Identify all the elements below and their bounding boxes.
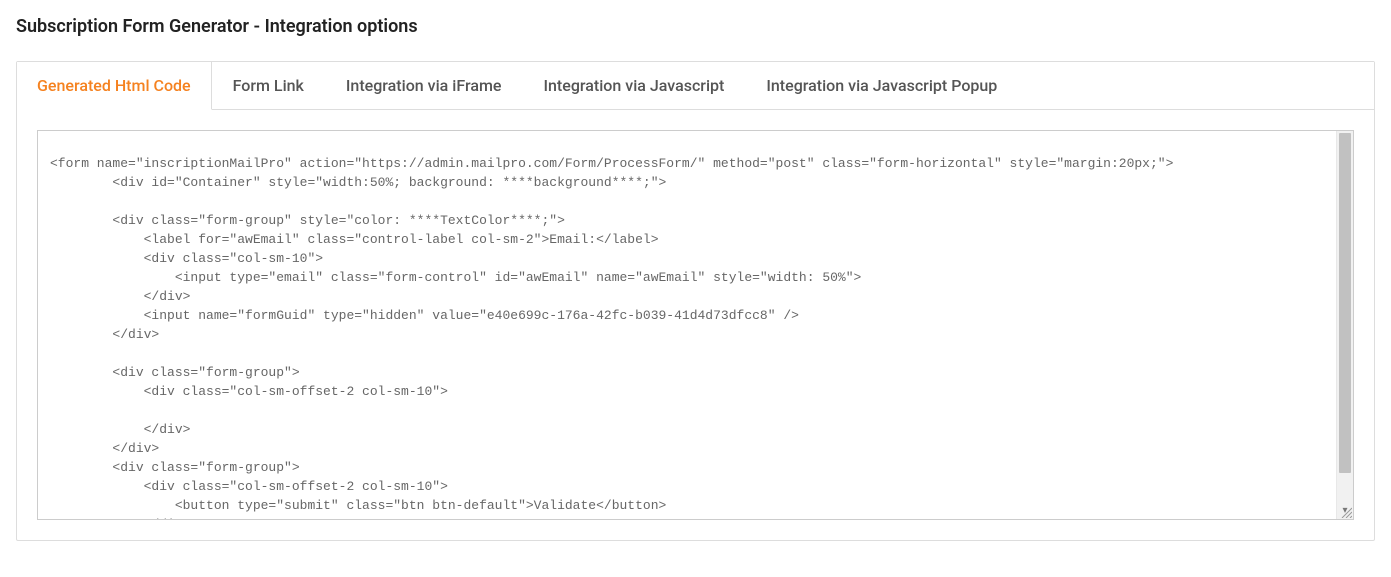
scrollbar-vertical[interactable]: ▾ bbox=[1336, 131, 1353, 519]
page-title: Subscription Form Generator - Integratio… bbox=[16, 16, 1375, 37]
scrollbar-thumb[interactable] bbox=[1339, 133, 1351, 473]
integration-tabs-panel: Generated Html Code Form Link Integratio… bbox=[16, 61, 1375, 541]
tab-integration-javascript[interactable]: Integration via Javascript bbox=[522, 62, 745, 109]
code-area-wrapper: <form name="inscriptionMailPro" action="… bbox=[37, 130, 1354, 520]
tab-integration-iframe[interactable]: Integration via iFrame bbox=[325, 62, 523, 109]
tab-generated-html-code[interactable]: Generated Html Code bbox=[17, 62, 212, 110]
resize-handle-icon[interactable] bbox=[1340, 506, 1352, 518]
tab-content: <form name="inscriptionMailPro" action="… bbox=[17, 110, 1374, 540]
tab-integration-javascript-popup[interactable]: Integration via Javascript Popup bbox=[745, 62, 1018, 109]
tabs-header: Generated Html Code Form Link Integratio… bbox=[17, 62, 1374, 110]
tab-form-link[interactable]: Form Link bbox=[212, 62, 325, 109]
generated-code-textarea[interactable]: <form name="inscriptionMailPro" action="… bbox=[38, 144, 1336, 520]
